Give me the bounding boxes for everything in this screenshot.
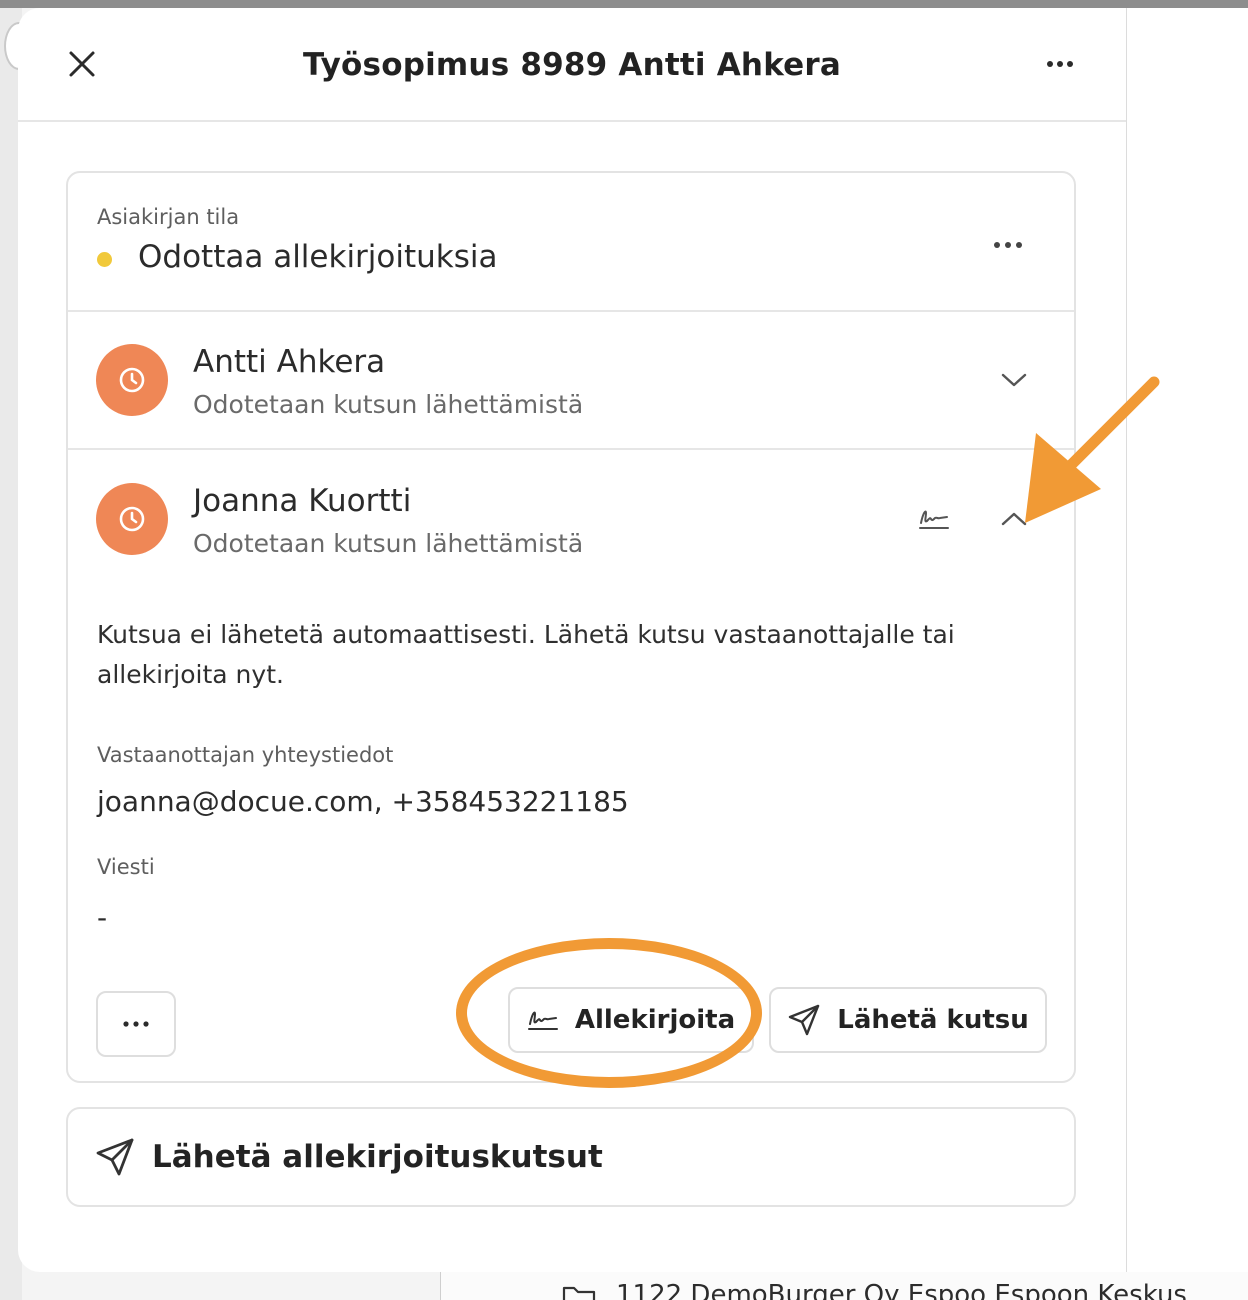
chevron-up-icon bbox=[1001, 512, 1027, 526]
message-label: Viesti bbox=[97, 855, 155, 879]
contact-label: Vastaanottajan yhteystiedot bbox=[97, 743, 394, 767]
invite-info-text: Kutsua ei lähetetä automaattisesti. Lähe… bbox=[97, 620, 955, 689]
signer-more-button[interactable] bbox=[96, 991, 176, 1057]
signer-status: Odotetaan kutsun lähettämistä bbox=[193, 390, 584, 419]
sign-button-label: Allekirjoita bbox=[574, 1005, 736, 1035]
signer-row[interactable]: Antti Ahkera Odotetaan kutsun lähettämis… bbox=[68, 312, 1074, 450]
status-value: Odottaa allekirjoituksia bbox=[138, 239, 498, 275]
modal-header: Työsopimus 8989 Antti Ahkera bbox=[18, 8, 1126, 122]
folder-icon bbox=[562, 1286, 596, 1300]
avatar bbox=[96, 483, 168, 555]
send-invite-button[interactable]: Lähetä kutsu bbox=[769, 987, 1047, 1053]
close-icon bbox=[69, 51, 95, 77]
signing-card: Asiakirjan tila Odottaa allekirjoituksia… bbox=[66, 171, 1076, 1083]
status-more-button[interactable] bbox=[986, 227, 1030, 263]
close-button[interactable] bbox=[62, 44, 102, 84]
more-horizontal-icon bbox=[994, 242, 1022, 248]
send-icon bbox=[96, 1138, 134, 1176]
more-horizontal-icon bbox=[123, 1021, 149, 1027]
background-folder-row[interactable]: 1122 DemoBurger Oy Espoo Espoon Keskus bbox=[562, 1280, 1187, 1300]
document-modal: Työsopimus 8989 Antti Ahkera Asiakirjan … bbox=[18, 8, 1126, 1272]
message-value: - bbox=[97, 901, 108, 934]
signer-status: Odotetaan kutsun lähettämistä bbox=[193, 529, 584, 558]
sign-button[interactable]: Allekirjoita bbox=[508, 987, 754, 1053]
avatar bbox=[96, 344, 168, 416]
signature-icon bbox=[919, 510, 949, 529]
chevron-down-icon bbox=[1001, 373, 1027, 387]
background-right-panel bbox=[1126, 8, 1248, 1300]
send-all-invites-button[interactable]: Lähetä allekirjoituskutsut bbox=[66, 1107, 1076, 1207]
more-horizontal-icon bbox=[1047, 61, 1073, 67]
background-folder-label: 1122 DemoBurger Oy Espoo Espoon Keskus bbox=[616, 1280, 1187, 1300]
status-dot bbox=[97, 252, 112, 267]
modal-title: Työsopimus 8989 Antti Ahkera bbox=[302, 47, 842, 83]
expand-button[interactable] bbox=[992, 362, 1036, 398]
clock-icon bbox=[119, 367, 145, 393]
status-label: Asiakirjan tila bbox=[97, 205, 240, 229]
signer-name: Joanna Kuortti bbox=[193, 483, 412, 519]
signer-row[interactable]: Joanna Kuortti Odotetaan kutsun lähettäm… bbox=[68, 451, 1074, 589]
send-all-label: Lähetä allekirjoituskutsut bbox=[152, 1139, 603, 1175]
send-invite-label: Lähetä kutsu bbox=[837, 1005, 1029, 1035]
send-icon bbox=[789, 1004, 820, 1036]
signature-icon bbox=[527, 1011, 558, 1030]
clock-icon bbox=[119, 506, 145, 532]
signer-name: Antti Ahkera bbox=[193, 344, 386, 380]
header-more-button[interactable] bbox=[1036, 44, 1084, 84]
quick-sign-button[interactable] bbox=[912, 501, 956, 537]
collapse-button[interactable] bbox=[992, 501, 1036, 537]
contact-value: joanna@docue.com, +358453221185 bbox=[97, 785, 629, 818]
document-status-section: Asiakirjan tila Odottaa allekirjoituksia bbox=[68, 173, 1074, 312]
